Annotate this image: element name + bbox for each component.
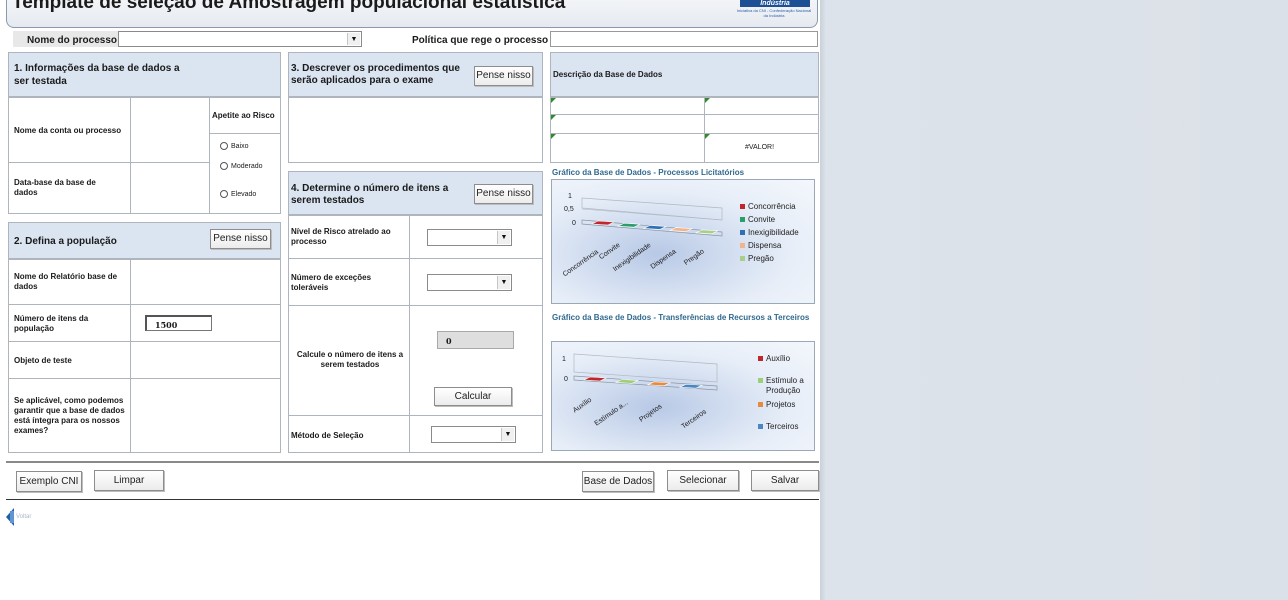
risk-level-label: Nível de Risco atrelado ao processo [291, 227, 391, 246]
policy-label: Política que rege o processo [412, 35, 549, 46]
section4-title: 4. Determine o número de itens a serem t… [291, 183, 449, 206]
date-input[interactable] [131, 163, 209, 213]
chart1-bar-0 [590, 220, 616, 226]
chart1-bar-3 [668, 227, 694, 232]
exceptions-dropdown[interactable]: ▼ [427, 274, 512, 291]
calculate-button[interactable]: Calcular [434, 387, 512, 406]
integrity-input[interactable] [131, 379, 280, 452]
save-button[interactable]: Salvar [751, 470, 819, 491]
chart1-bar-2 [642, 225, 668, 230]
risk-radio-moderate[interactable]: Moderado [220, 162, 263, 170]
policy-input[interactable] [550, 31, 818, 47]
legend-item: Convite [740, 215, 799, 224]
divider [6, 499, 819, 500]
chevron-down-icon: ▼ [497, 276, 510, 289]
chart2-bar-1 [614, 379, 640, 384]
items-input[interactable]: 1500 [145, 315, 212, 331]
exceptions-label: Número de exceções toleráveis [291, 273, 372, 292]
section2-title: 2. Defina a população [14, 236, 117, 247]
object-label: Objeto de teste [14, 356, 72, 365]
divider [6, 461, 819, 463]
chart1-area: 1 0,5 0 Concorrência Convite Inexigibili… [551, 179, 815, 304]
cni-logo: Indústria Iniciativa da CNI - Confederaç… [736, 0, 812, 18]
example-button[interactable]: Exemplo CNI [16, 471, 82, 492]
select-button[interactable]: Selecionar [667, 470, 739, 491]
legend-item: Auxílio [758, 354, 790, 363]
chart1-bar-1 [616, 222, 642, 228]
report-label: Nome do Relatório base de dados [14, 272, 118, 291]
back-link[interactable]: Voltar [6, 508, 31, 526]
chart2-ytick-0: 0 [564, 376, 568, 383]
clear-button[interactable]: Limpar [94, 470, 164, 491]
think-button-2[interactable]: Pense nisso [210, 229, 271, 249]
method-label: Método de Seleção [291, 431, 364, 440]
integrity-label: Se aplicável, como podemos garantir que … [14, 396, 125, 435]
page-title: Template de seleção de Amostragem popula… [12, 0, 566, 13]
radio-icon [220, 190, 228, 198]
chart2-ytick-1: 1 [562, 356, 566, 363]
legend-item: Dispensa [740, 241, 799, 250]
date-label: Data-base da base de dados [14, 178, 96, 197]
side-pane [820, 0, 1288, 600]
legend-item: Concorrência [740, 202, 799, 211]
radio-icon [220, 162, 228, 170]
db-table [550, 97, 819, 163]
method-dropdown[interactable]: ▼ [431, 426, 516, 443]
chevron-down-icon: ▼ [347, 33, 360, 45]
process-label: Nome do processo [27, 35, 118, 46]
legend-item: Inexigibilidade [740, 228, 799, 237]
report-input[interactable] [131, 260, 280, 304]
radio-icon [220, 142, 228, 150]
legend-item: Pregão [740, 254, 799, 263]
legend-item: Projetos [758, 400, 795, 409]
risk-level-dropdown[interactable]: ▼ [427, 229, 512, 246]
chart2-bar-3 [678, 383, 704, 389]
legend-item: Estímulo a Produção [758, 376, 814, 396]
database-button[interactable]: Base de Dados [582, 471, 654, 492]
chart1-legend: Concorrência Convite Inexigibilidade Dis… [740, 202, 799, 263]
risk-radio-high[interactable]: Elevado [220, 190, 256, 198]
legend-item: Terceiros [758, 422, 798, 431]
account-label: Nome da conta ou processo [14, 126, 122, 135]
think-button-4[interactable]: Pense nisso [474, 184, 533, 204]
chart1-title: Gráfico da Base de Dados - Processos Lic… [552, 168, 745, 177]
appetite-label: Apetite ao Risco [212, 111, 275, 120]
procedures-input[interactable] [288, 97, 543, 163]
calc-label: Calcule o número de itens a serem testad… [296, 350, 404, 369]
chevron-down-icon: ▼ [497, 231, 510, 244]
process-dropdown[interactable]: ▼ [118, 31, 362, 47]
account-input[interactable] [131, 98, 209, 162]
chart1-ytick-0: 0 [572, 220, 576, 227]
section1-title: 1. Informações da base de dados a ser te… [14, 63, 180, 87]
object-input[interactable] [131, 342, 280, 378]
chart1-ytick-05: 0,5 [564, 206, 574, 213]
section3-title: 3. Descrever os procedimentos que serão … [291, 63, 460, 86]
back-link-label: Voltar [16, 514, 32, 520]
risk-radio-low[interactable]: Baixo [220, 142, 249, 150]
think-button-3[interactable]: Pense nisso [474, 66, 533, 86]
chart2-bar-0 [582, 376, 608, 382]
db-title: Descrição da Base de Dados [553, 70, 663, 79]
chart2-bar-2 [646, 381, 672, 387]
items-label: Número de itens da população [14, 314, 89, 333]
chart2-title: Gráfico da Base de Dados - Transferência… [552, 313, 810, 322]
back-arrow-icon [6, 508, 14, 526]
result-field: 0 [437, 331, 514, 349]
db-error-value: #VALOR! [745, 144, 775, 151]
chart2-area: 1 0 Auxílio Estímulo a... Projetos Terce… [551, 341, 815, 451]
chart1-ytick-1: 1 [568, 193, 572, 200]
chevron-down-icon: ▼ [501, 428, 514, 441]
